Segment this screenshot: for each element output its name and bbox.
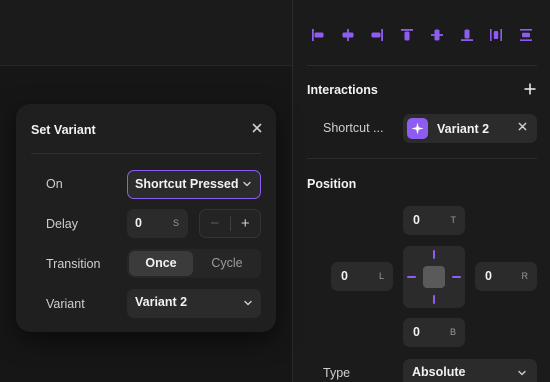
toolbar-divider xyxy=(307,65,537,66)
interaction-chip[interactable]: Variant 2 xyxy=(403,114,537,143)
position-right-suffix: R xyxy=(521,271,529,281)
align-left-icon[interactable] xyxy=(307,24,329,46)
sparkle-icon xyxy=(407,118,428,139)
transition-segmented-control: Once Cycle xyxy=(127,249,261,278)
variant-label: Variant xyxy=(46,297,85,311)
align-center-vertical-icon[interactable] xyxy=(426,24,448,46)
position-top-input[interactable]: 0 T xyxy=(403,206,465,235)
position-right-input[interactable]: 0 R xyxy=(475,262,537,291)
position-top-value: 0 xyxy=(413,213,420,227)
position-bottom-suffix: B xyxy=(449,327,456,337)
transition-label: Transition xyxy=(46,257,101,271)
variant-select[interactable]: Variant 2 xyxy=(127,289,261,318)
delay-label: Delay xyxy=(46,217,78,231)
popover-title: Set Variant xyxy=(31,123,96,137)
increment-button[interactable]: + xyxy=(231,215,261,232)
position-title: Position xyxy=(307,177,357,191)
add-interaction-button[interactable] xyxy=(522,82,538,98)
plus-icon xyxy=(524,83,536,95)
delay-value: 0 xyxy=(135,216,142,230)
pin-bottom-indicator[interactable] xyxy=(433,295,435,304)
position-left-suffix: L xyxy=(378,271,384,281)
interactions-title: Interactions xyxy=(307,83,378,97)
position-bottom-value: 0 xyxy=(413,325,420,339)
chevron-down-icon xyxy=(518,370,526,376)
position-pin-widget[interactable] xyxy=(403,246,465,308)
position-type-value: Absolute xyxy=(412,365,466,379)
position-left-value: 0 xyxy=(341,269,348,283)
trigger-select[interactable]: Shortcut Pressed xyxy=(127,170,261,199)
position-left-input[interactable]: 0 L xyxy=(331,262,393,291)
align-top-icon[interactable] xyxy=(396,24,418,46)
interaction-chip-label: Variant 2 xyxy=(437,121,490,136)
set-variant-popover: Set Variant On Shortcut Pressed Delay 0 … xyxy=(16,104,276,332)
remove-interaction-button[interactable] xyxy=(518,120,527,134)
interactions-divider xyxy=(307,158,537,159)
pin-left-indicator[interactable] xyxy=(407,276,416,278)
chevron-down-icon xyxy=(244,300,252,306)
align-right-icon[interactable] xyxy=(366,24,388,46)
properties-panel: Interactions Shortcut ... Variant 2 Posi… xyxy=(292,0,550,382)
close-icon xyxy=(518,122,527,131)
transition-once-option[interactable]: Once xyxy=(129,251,193,276)
popover-divider xyxy=(31,153,261,154)
position-bottom-input[interactable]: 0 B xyxy=(403,318,465,347)
interaction-trigger-label: Shortcut ... xyxy=(323,121,384,135)
distribute-vertical-icon[interactable] xyxy=(515,24,537,46)
pin-top-indicator[interactable] xyxy=(433,250,435,259)
position-type-select[interactable]: Absolute xyxy=(403,359,537,382)
transition-cycle-option[interactable]: Cycle xyxy=(195,251,259,276)
delay-stepper: − + xyxy=(199,209,261,238)
trigger-select-value: Shortcut Pressed xyxy=(135,177,239,191)
on-label: On xyxy=(46,177,63,191)
alignment-toolbar xyxy=(307,24,537,46)
chevron-down-icon xyxy=(243,181,251,187)
align-center-horizontal-icon[interactable] xyxy=(337,24,359,46)
popover-close-button[interactable] xyxy=(252,121,262,136)
canvas-top-bar xyxy=(0,0,292,66)
position-type-label: Type xyxy=(323,366,351,380)
align-bottom-icon[interactable] xyxy=(456,24,478,46)
delay-input[interactable]: 0 S xyxy=(127,209,188,238)
position-right-value: 0 xyxy=(485,269,492,283)
delay-unit: S xyxy=(172,218,179,228)
distribute-horizontal-icon[interactable] xyxy=(485,24,507,46)
close-icon xyxy=(252,123,262,133)
variant-select-value: Variant 2 xyxy=(135,295,188,309)
decrement-button[interactable]: − xyxy=(200,215,230,232)
position-top-suffix: T xyxy=(450,215,457,225)
position-preview-box xyxy=(423,266,445,288)
pin-right-indicator[interactable] xyxy=(452,276,461,278)
